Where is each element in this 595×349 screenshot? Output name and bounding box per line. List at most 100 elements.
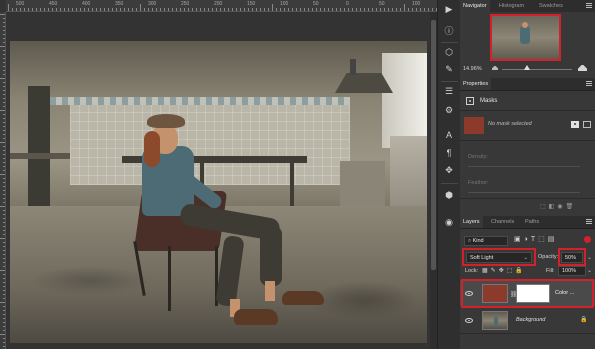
opacity-chevron-icon[interactable]: ⌄ (587, 254, 592, 261)
ruler-tick (248, 8, 249, 11)
ruler-tick (3, 318, 5, 319)
ruler-tick (3, 162, 5, 163)
density-slider[interactable] (468, 166, 580, 167)
ruler-tick (0, 46, 5, 47)
ruler-tick (344, 8, 345, 11)
ruler-tick (36, 8, 37, 11)
panel-menu-icon[interactable] (586, 81, 592, 86)
woman-cap (147, 114, 185, 128)
ruler-tick (172, 8, 173, 11)
zoom-slider[interactable] (502, 69, 572, 70)
ruler-tick (3, 90, 5, 91)
ruler-tick (384, 8, 385, 11)
ruler-tick (3, 138, 5, 139)
filter-toggle-icon[interactable] (584, 236, 591, 243)
tab-histogram[interactable]: Histogram (496, 0, 527, 12)
filter-pixel-icon[interactable]: ▣ (514, 236, 524, 243)
layer-row-background[interactable]: Background 🔒 (460, 307, 595, 334)
tab-swatches[interactable]: Swatches (536, 0, 566, 12)
ruler-tick (3, 18, 5, 19)
sliders-icon[interactable]: ⚙ (442, 104, 456, 117)
ruler-tick (112, 8, 113, 11)
eye-icon[interactable] (465, 318, 473, 323)
ruler-tick (316, 8, 317, 11)
ruler-label: 100 (280, 1, 289, 7)
ruler-tick (108, 8, 109, 11)
vertical-ruler[interactable] (0, 12, 6, 349)
filter-shape-icon[interactable]: ⬚ (538, 236, 548, 243)
zoom-slider-knob[interactable] (524, 65, 530, 70)
ruler-tick (264, 8, 265, 11)
zoom-value[interactable]: 14.96% (463, 66, 482, 72)
fill-chevron-icon[interactable]: ⌄ (587, 267, 592, 274)
vector-mask-icon[interactable] (583, 121, 591, 128)
ruler-tick (280, 8, 281, 11)
lock-label: Lock: (465, 268, 479, 274)
ruler-tick (140, 4, 141, 11)
fill-field[interactable]: 100% (558, 266, 586, 276)
brush-settings-icon[interactable]: ✎ (442, 63, 456, 76)
woman-shoe (234, 309, 278, 325)
lock-paint-icon[interactable]: ✎ (491, 268, 499, 274)
adjustments-icon[interactable]: ☰ (442, 85, 456, 98)
layer-thumbnail-photo[interactable] (482, 311, 508, 330)
character-icon[interactable]: A (442, 128, 456, 141)
ruler-tick (224, 8, 225, 11)
divider (460, 140, 595, 141)
panel-menu-icon[interactable] (586, 3, 592, 8)
ruler-tick (252, 8, 253, 11)
clone-source-icon[interactable]: ✥ (442, 164, 456, 177)
ruler-tick (388, 8, 389, 11)
tab-paths[interactable]: Paths (522, 216, 542, 228)
layers-comp-icon[interactable]: ◉ (442, 216, 456, 229)
apply-mask-icon[interactable]: ◉ (557, 204, 565, 210)
lock-transparent-icon[interactable]: ▦ (482, 268, 491, 274)
tab-navigator[interactable]: Navigator (460, 0, 490, 12)
info-icon[interactable]: ⓘ (442, 24, 456, 37)
opacity-highlight (558, 248, 586, 266)
paint-bucket-icon[interactable]: ⬡ (442, 46, 456, 59)
ruler-tick (3, 326, 5, 327)
ruler-tick (0, 334, 5, 335)
paragraph-icon[interactable]: ¶ (442, 146, 456, 159)
tab-layers[interactable]: Layers (460, 216, 483, 228)
ruler-tick (3, 166, 5, 167)
ruler-tick (3, 158, 5, 159)
ruler-tick (168, 8, 169, 11)
tab-channels[interactable]: Channels (488, 216, 517, 228)
filter-adjust-icon[interactable]: ◑ (524, 236, 531, 243)
ruler-tick (340, 8, 341, 11)
ruler-tick (92, 8, 93, 11)
panel-menu-icon[interactable] (586, 219, 592, 224)
tab-properties[interactable]: Properties (460, 78, 492, 90)
3d-icon[interactable]: ⬢ (442, 189, 456, 202)
ruler-tick (132, 8, 133, 11)
load-selection-icon[interactable]: ⬚ (540, 204, 549, 210)
layer-name[interactable]: Background (516, 317, 545, 323)
play-icon[interactable]: ▶ (442, 3, 456, 16)
pixel-mask-icon[interactable] (571, 121, 579, 128)
lock-all-icon[interactable]: 🔒 (515, 268, 525, 274)
ruler-tick (3, 102, 5, 103)
horizontal-ruler[interactable]: 500 450 400 350 300 250 200 150 100 50 0… (6, 0, 437, 12)
panel-icon-strip: ▶ ⓘ ⬡ ✎ ☰ ⚙ A ¶ ✥ ⬢ ◉ (437, 0, 460, 349)
lock-move-icon[interactable]: ✥ (499, 268, 507, 274)
layer-filter-kind[interactable]: ⌕ Kind (464, 236, 508, 246)
feather-label: Feather: (468, 180, 489, 186)
ruler-tick (3, 210, 5, 211)
filter-smart-icon[interactable]: ▤ (548, 236, 558, 243)
document-image[interactable] (10, 41, 427, 343)
ruler-tick (0, 238, 5, 239)
ruler-tick (124, 8, 125, 11)
delete-mask-icon[interactable]: 🗑 (566, 204, 577, 210)
vertical-scrollbar-thumb[interactable] (431, 20, 436, 270)
ruler-tick (76, 8, 77, 11)
filter-kind-label: Kind (472, 238, 484, 244)
feather-slider[interactable] (468, 192, 580, 193)
navigator-view-box[interactable] (490, 14, 561, 61)
properties-section-title: Masks (480, 98, 498, 104)
ruler-tick (3, 290, 5, 291)
ruler-tick (3, 58, 5, 59)
ruler-label: 50 (313, 1, 319, 7)
opacity-label: Opacity: (538, 254, 559, 260)
